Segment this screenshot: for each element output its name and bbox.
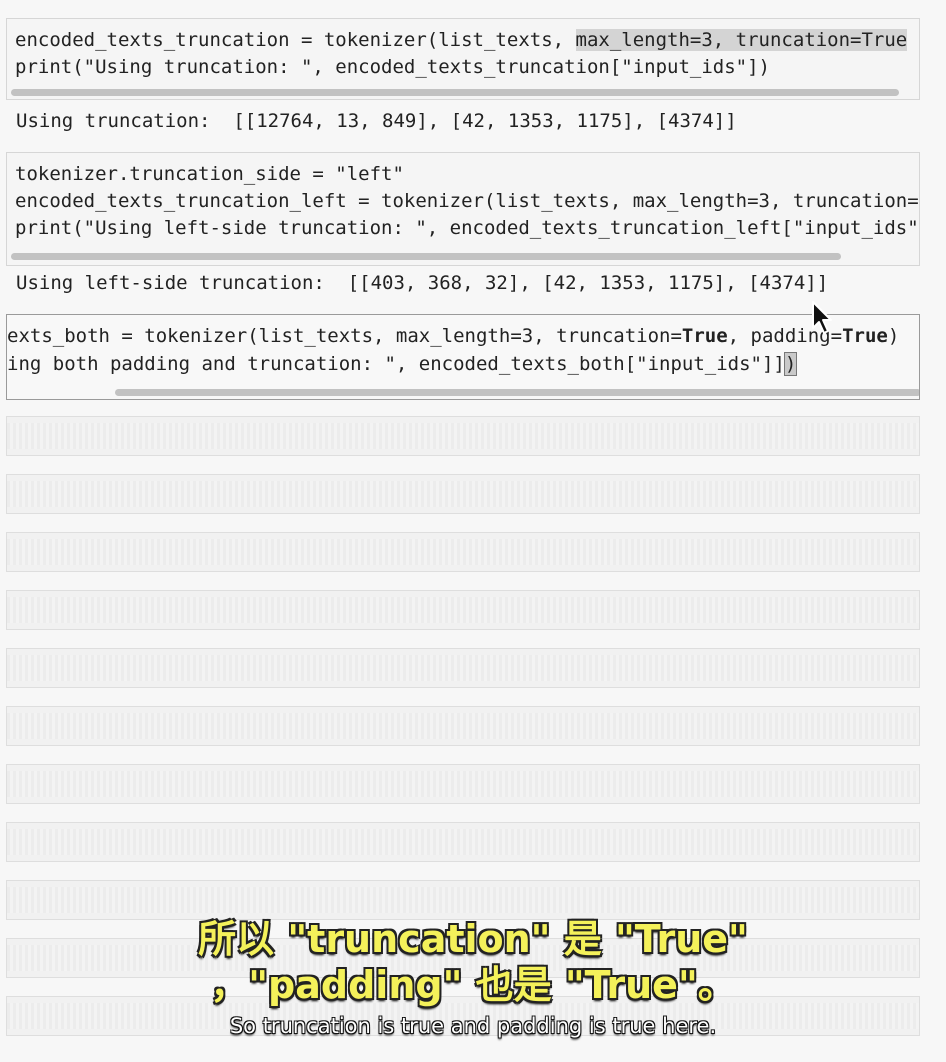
empty-cell[interactable] <box>6 590 920 630</box>
subtitle-chinese-line-1: 所以 "truncation" 是 "True" <box>198 917 748 961</box>
code-line: encoded_texts_truncation = tokenizer(lis… <box>15 29 908 51</box>
code-line: encoded_texts_truncation_left = tokenize… <box>15 190 920 212</box>
subtitle-chinese-line-2: ，"padding" 也是 "True"。 <box>210 963 736 1007</box>
code-cell-2[interactable]: tokenizer.truncation_side = "left" encod… <box>6 152 920 266</box>
empty-cell[interactable] <box>6 532 920 572</box>
horizontal-scrollbar[interactable] <box>11 253 841 260</box>
cell-output-1: Using truncation: [[12764, 13, 849], [42… <box>16 110 737 132</box>
empty-cell[interactable] <box>6 648 920 688</box>
horizontal-scrollbar[interactable] <box>115 389 919 396</box>
empty-cell[interactable] <box>6 416 920 456</box>
code-cell-1[interactable]: encoded_texts_truncation = tokenizer(lis… <box>6 18 920 100</box>
cell-output-2: Using left-side truncation: [[403, 368, … <box>16 272 829 294</box>
selected-text: max_length=3, truncation=True <box>575 29 908 51</box>
text-cursor: ) <box>783 352 798 376</box>
code-line: ing both padding and truncation: ", enco… <box>7 352 798 376</box>
horizontal-scrollbar[interactable] <box>11 89 899 96</box>
empty-cell[interactable] <box>6 822 920 862</box>
empty-cell[interactable] <box>6 474 920 514</box>
empty-cell[interactable] <box>6 764 920 804</box>
code-line: exts_both = tokenizer(list_texts, max_le… <box>7 325 900 347</box>
empty-cell[interactable] <box>6 880 920 920</box>
code-cell-3-active[interactable]: exts_both = tokenizer(list_texts, max_le… <box>6 314 920 400</box>
code-line: print("Using left-side truncation: ", en… <box>15 217 920 239</box>
empty-cell[interactable] <box>6 706 920 746</box>
code-line: print("Using truncation: ", encoded_text… <box>15 56 770 78</box>
code-line: tokenizer.truncation_side = "left" <box>15 163 404 185</box>
subtitle-english: So truncation is true and padding is tru… <box>229 1014 717 1038</box>
mouse-pointer-icon <box>812 301 832 334</box>
